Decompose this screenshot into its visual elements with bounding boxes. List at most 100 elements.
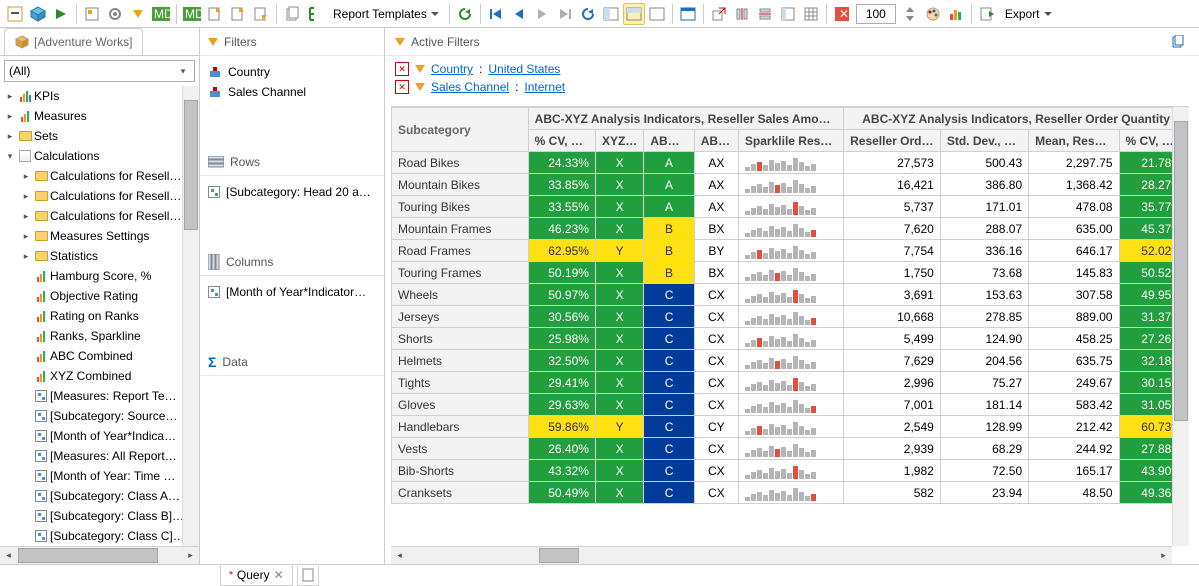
export-page-icon[interactable] xyxy=(204,3,226,25)
col-header[interactable]: XYZ,… xyxy=(595,130,643,152)
col-header[interactable]: Sparklile Rese… xyxy=(738,130,843,152)
remove-filter-icon[interactable]: ✕ xyxy=(395,62,409,76)
new-tab[interactable] xyxy=(297,566,319,586)
cube-icon xyxy=(15,35,29,49)
grid-vscroll[interactable] xyxy=(1172,107,1189,546)
refresh-icon[interactable] xyxy=(454,3,476,25)
table-row[interactable]: Bib-Shorts43.32%XCCX1,98272.50165.1743.9… xyxy=(392,460,1189,482)
metadata-tree[interactable]: ▸KPIs ▸Measures ▸Sets ▾Calculations ▸Cal… xyxy=(0,86,199,546)
table-row[interactable]: Cranksets50.49%XCCX58223.9448.5049.36% xyxy=(392,482,1189,504)
table-row[interactable]: Mountain Frames46.23%XBBX7,620288.07635.… xyxy=(392,218,1189,240)
nav-prev-icon[interactable] xyxy=(508,3,530,25)
layout3-icon[interactable] xyxy=(646,3,668,25)
svg-text:✕: ✕ xyxy=(839,7,849,21)
columns-section-head: Columns xyxy=(200,248,384,276)
dimension-selector[interactable]: (All) ▾ xyxy=(4,60,195,82)
tree-hscroll[interactable]: ◂ ▸ xyxy=(0,546,199,564)
filter-country[interactable]: Country xyxy=(208,62,376,82)
dimension-selector-value: (All) xyxy=(9,64,30,78)
grid-full-icon[interactable] xyxy=(800,3,822,25)
zoom-input[interactable] xyxy=(856,4,896,24)
filter-icon xyxy=(415,83,425,91)
svg-text:MDX: MDX xyxy=(154,7,170,21)
table-row[interactable]: Road Frames62.95%YBBY7,754336.16646.1752… xyxy=(392,240,1189,262)
filter-funnel-icon[interactable] xyxy=(127,3,149,25)
cube-icon[interactable] xyxy=(27,3,49,25)
col-header[interactable]: AB… xyxy=(694,130,738,152)
col-header[interactable]: % CV, R… xyxy=(528,130,595,152)
col-header[interactable]: Reseller Orde… xyxy=(844,130,941,152)
grid-left-icon[interactable] xyxy=(777,3,799,25)
bottom-tabs: *Query✕ xyxy=(0,564,1199,586)
filter-country-value[interactable]: United States xyxy=(488,62,560,76)
filters-section-head: Filters xyxy=(200,28,384,56)
col-header[interactable]: ABC,… xyxy=(644,130,694,152)
cube-tab[interactable]: [Adventure Works] xyxy=(4,28,143,55)
warn-icon[interactable]: ✕ xyxy=(831,3,853,25)
rows-icon xyxy=(208,156,224,168)
mdx-icon[interactable] xyxy=(4,3,26,25)
col-header[interactable]: Mean, Rese… xyxy=(1029,130,1119,152)
filter-sales-channel[interactable]: Sales Channel xyxy=(208,82,376,102)
table-row[interactable]: Vests26.40%XCCX2,93968.29244.9227.88% xyxy=(392,438,1189,460)
nav-last-icon[interactable] xyxy=(554,3,576,25)
tree-scrollbar[interactable] xyxy=(182,86,199,546)
table-row[interactable]: Jerseys30.56%XCCX10,668278.85889.0031.37… xyxy=(392,306,1189,328)
col-subcategory[interactable]: Subcategory xyxy=(392,108,529,152)
table-row[interactable]: Wheels50.97%XCCX3,691153.63307.5849.95% xyxy=(392,284,1189,306)
table-row[interactable]: Gloves29.63%XCCX7,001181.14583.4231.05% xyxy=(392,394,1189,416)
popout-icon[interactable] xyxy=(708,3,730,25)
table-row[interactable]: Handlebars59.86%YCCY2,549128.99212.4260.… xyxy=(392,416,1189,438)
sigma-icon: Σ xyxy=(208,354,216,370)
remove-filter-icon[interactable]: ✕ xyxy=(395,80,409,94)
active-filter-country: ✕ Country: United States xyxy=(395,62,1189,76)
table-row[interactable]: Helmets32.50%XCCX7,629204.56635.7532.18% xyxy=(392,350,1189,372)
active-filter-channel: ✕ Sales Channel: Internet xyxy=(395,80,1189,94)
layout2-icon[interactable] xyxy=(623,3,645,25)
template-tree-icon[interactable] xyxy=(304,3,326,25)
export-dropdown[interactable]: Export xyxy=(999,3,1058,25)
refresh-report-icon[interactable] xyxy=(81,3,103,25)
table-row[interactable]: Tights29.41%XCCX2,99675.27249.6730.15% xyxy=(392,372,1189,394)
filter-channel-value[interactable]: Internet xyxy=(524,80,565,94)
rows-item[interactable]: [Subcategory: Head 20 a… xyxy=(208,182,376,202)
mdx-out-icon[interactable]: MDX xyxy=(181,3,203,25)
mdx-green-icon[interactable]: MDX xyxy=(150,3,172,25)
settings-icon[interactable] xyxy=(104,3,126,25)
main-toolbar: MDX MDX Report Templates ✕ Export xyxy=(0,0,1199,28)
filter-country-link[interactable]: Country xyxy=(431,62,473,76)
cols-insert-icon[interactable] xyxy=(731,3,753,25)
col-group-1[interactable]: ABC-XYZ Analysis Indicators, Reseller Sa… xyxy=(528,108,843,130)
layout1-icon[interactable] xyxy=(600,3,622,25)
reload-blue-icon[interactable] xyxy=(577,3,599,25)
svg-text:MDX: MDX xyxy=(185,7,201,21)
spinner-icon[interactable] xyxy=(899,3,921,25)
import-page-icon[interactable] xyxy=(227,3,249,25)
nav-first-icon[interactable] xyxy=(485,3,507,25)
copy-icon[interactable] xyxy=(281,3,303,25)
grid-hscroll[interactable]: ◂ ▸ xyxy=(391,546,1172,564)
report-panel: Active Filters ✕ Country: United States … xyxy=(385,28,1199,564)
table-row[interactable]: Touring Bikes33.55%XAAX5,737171.01478.08… xyxy=(392,196,1189,218)
table-row[interactable]: Mountain Bikes33.85%XAAX16,421386.801,36… xyxy=(392,174,1189,196)
palette-icon[interactable] xyxy=(922,3,944,25)
table-row[interactable]: Shorts25.98%XCCX5,499124.90458.2527.26% xyxy=(392,328,1189,350)
copy-filters-icon[interactable] xyxy=(1167,31,1189,53)
table-row[interactable]: Road Bikes24.33%XAAX27,573500.432,297.75… xyxy=(392,152,1189,174)
run-icon[interactable] xyxy=(50,3,72,25)
export-all-icon[interactable] xyxy=(250,3,272,25)
query-tab[interactable]: *Query✕ xyxy=(220,566,293,586)
pivot-grid[interactable]: Subcategory ABC-XYZ Analysis Indicators,… xyxy=(391,106,1189,564)
report-templates-dropdown[interactable]: Report Templates xyxy=(327,3,445,25)
window-icon[interactable] xyxy=(677,3,699,25)
export-doc-icon[interactable] xyxy=(976,3,998,25)
chart-icon[interactable] xyxy=(945,3,967,25)
nav-next-icon[interactable] xyxy=(531,3,553,25)
filter-channel-link[interactable]: Sales Channel xyxy=(431,80,509,94)
columns-item[interactable]: [Month of Year*Indicator… xyxy=(208,282,376,302)
col-group-2[interactable]: ABC-XYZ Analysis Indicators, Reseller Or… xyxy=(844,108,1189,130)
col-header[interactable]: Std. Dev., R… xyxy=(940,130,1028,152)
rows-insert-icon[interactable] xyxy=(754,3,776,25)
filter-icon xyxy=(395,38,405,46)
table-row[interactable]: Touring Frames50.19%XBBX1,75073.68145.83… xyxy=(392,262,1189,284)
